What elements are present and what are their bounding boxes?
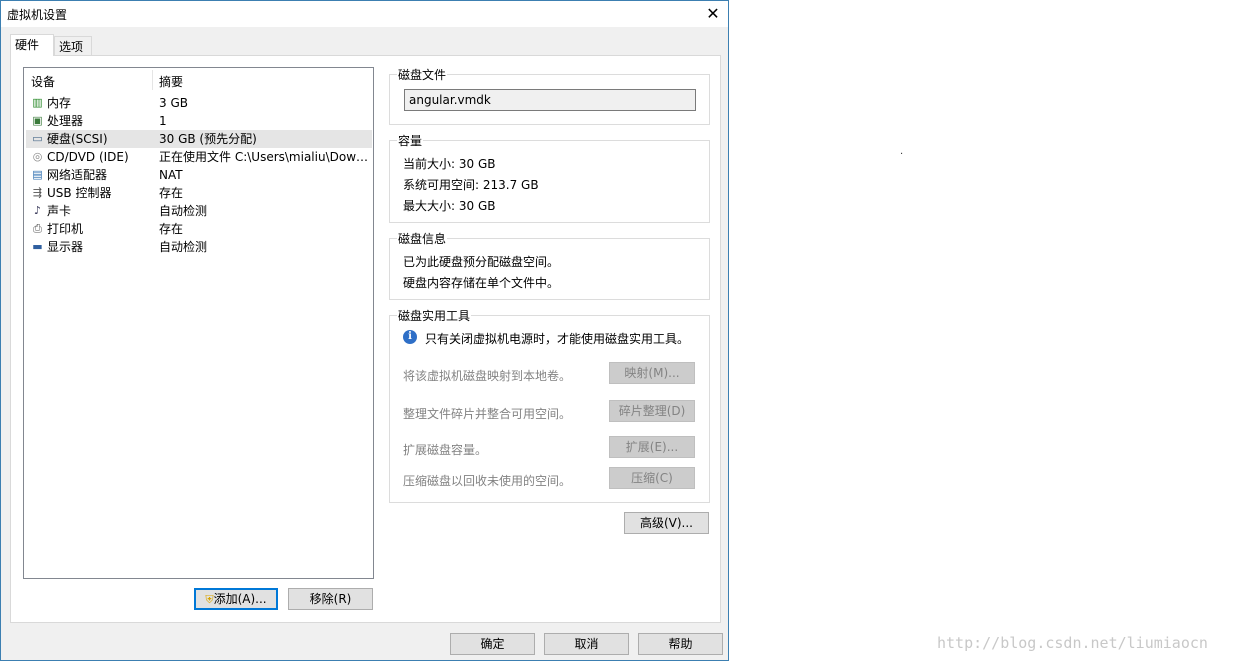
display-icon: ▬	[32, 240, 43, 253]
device-row-sound-card[interactable]: ♪ 声卡 自动检测	[26, 202, 372, 220]
compact-button[interactable]: 压缩(C)	[609, 467, 695, 489]
capacity-title: 容量	[397, 132, 424, 149]
disk-info-group: 磁盘信息 已为此硬盘预分配磁盘空间。 硬盘内容存储在单个文件中。	[389, 230, 710, 300]
window-title: 虚拟机设置	[7, 8, 68, 22]
device-summary: 3 GB	[159, 96, 188, 110]
sound-card-icon: ♪	[33, 204, 42, 217]
device-name: 处理器	[47, 114, 84, 128]
ok-button[interactable]: 确定	[450, 633, 535, 655]
expand-disk-label: 扩展磁盘容量。	[403, 443, 488, 457]
device-name: 网络适配器	[47, 168, 108, 182]
network-adapter-icon: ▤	[32, 168, 43, 181]
disk-info-line-1: 已为此硬盘预分配磁盘空间。	[403, 255, 560, 269]
vm-settings-dialog: 虚拟机设置 ✕ 硬件 选项 设备 摘要 ▥ 内存 3 GB ▣ 处理器 1 ▭ …	[0, 0, 729, 661]
help-button[interactable]: 帮助	[638, 633, 723, 655]
disk-file-field: angular.vmdk	[404, 89, 696, 111]
capacity-group: 容量 当前大小: 30 GB 系统可用空间: 213.7 GB 最大大小: 30…	[389, 132, 710, 223]
cancel-button[interactable]: 取消	[544, 633, 629, 655]
device-name: 硬盘(SCSI)	[47, 132, 108, 146]
disk-file-group: 磁盘文件 angular.vmdk	[389, 66, 710, 125]
expand-button[interactable]: 扩展(E)...	[609, 436, 695, 458]
utilities-notice: 只有关闭虚拟机电源时，才能使用磁盘实用工具。	[425, 332, 690, 346]
close-icon[interactable]: ✕	[698, 1, 728, 27]
device-row-printer[interactable]: ⎙ 打印机 存在	[26, 220, 372, 238]
device-summary: 30 GB (预先分配)	[159, 132, 257, 146]
device-row-display[interactable]: ▬ 显示器 自动检测	[26, 238, 372, 256]
cd-dvd-icon: ◎	[32, 150, 43, 163]
disk-info-line-2: 硬盘内容存储在单个文件中。	[403, 276, 560, 290]
info-icon: i	[403, 330, 417, 344]
device-row-hard-disk[interactable]: ▭ 硬盘(SCSI) 30 GB (预先分配)	[26, 130, 372, 148]
hard-disk-icon: ▭	[32, 132, 43, 145]
disk-utilities-group: 磁盘实用工具 i 只有关闭虚拟机电源时，才能使用磁盘实用工具。 将该虚拟机磁盘映…	[389, 307, 710, 503]
column-header-device[interactable]: 设备	[31, 73, 55, 90]
remove-device-button[interactable]: 移除(R)	[288, 588, 373, 610]
max-size-text: 最大大小: 30 GB	[403, 199, 496, 213]
device-name: 声卡	[47, 204, 72, 218]
device-summary: 存在	[159, 186, 184, 200]
add-device-button[interactable]: ⛨添加(A)...	[194, 588, 278, 610]
device-summary: 自动检测	[159, 240, 208, 254]
device-row-usb-controller[interactable]: ⇶ USB 控制器 存在	[26, 184, 372, 202]
device-name: USB 控制器	[47, 186, 112, 200]
device-summary: 存在	[159, 222, 184, 236]
device-name: 显示器	[47, 240, 84, 254]
compact-disk-label: 压缩磁盘以回收未使用的空间。	[403, 474, 572, 488]
device-summary: 自动检测	[159, 204, 208, 218]
column-separator[interactable]	[152, 70, 153, 90]
tab-options[interactable]: 选项	[54, 36, 92, 56]
disk-file-title: 磁盘文件	[397, 66, 448, 83]
device-row-cd-dvd[interactable]: ◎ CD/DVD (IDE) 正在使用文件 C:\Users\mialiu\Do…	[26, 148, 372, 166]
memory-icon: ▥	[32, 96, 43, 109]
device-name: CD/DVD (IDE)	[47, 150, 129, 164]
device-summary: NAT	[159, 168, 183, 182]
disk-info-title: 磁盘信息	[397, 230, 448, 247]
device-summary: 正在使用文件 C:\Users\mialiu\Downl...	[159, 150, 371, 164]
current-size-text: 当前大小: 30 GB	[403, 157, 496, 171]
device-name: 打印机	[47, 222, 84, 236]
stray-dot: .	[900, 146, 904, 157]
available-space-text: 系统可用空间: 213.7 GB	[403, 178, 539, 192]
device-row-memory[interactable]: ▥ 内存 3 GB	[26, 94, 372, 112]
column-header-summary[interactable]: 摘要	[159, 73, 183, 90]
usb-icon: ⇶	[32, 186, 43, 199]
device-summary: 1	[159, 114, 167, 128]
map-disk-label: 将该虚拟机磁盘映射到本地卷。	[403, 369, 572, 383]
watermark-text: http://blog.csdn.net/liumiaocn	[937, 634, 1208, 652]
defragment-label: 整理文件碎片并整合可用空间。	[403, 407, 572, 421]
add-button-label: 添加(A)...	[213, 592, 267, 606]
device-row-processor[interactable]: ▣ 处理器 1	[26, 112, 372, 130]
printer-icon: ⎙	[33, 222, 42, 235]
map-button[interactable]: 映射(M)...	[609, 362, 695, 384]
uac-shield-icon: ⛨	[205, 593, 214, 606]
device-name: 内存	[47, 96, 72, 110]
title-bar: 虚拟机设置 ✕	[1, 1, 728, 27]
advanced-button[interactable]: 高级(V)...	[624, 512, 709, 534]
device-list[interactable]: 设备 摘要 ▥ 内存 3 GB ▣ 处理器 1 ▭ 硬盘(SCSI) 30 GB…	[23, 67, 374, 579]
device-row-network-adapter[interactable]: ▤ 网络适配器 NAT	[26, 166, 372, 184]
disk-utilities-title: 磁盘实用工具	[397, 307, 472, 324]
tab-hardware[interactable]: 硬件	[10, 34, 54, 56]
processor-icon: ▣	[32, 114, 43, 127]
defragment-button[interactable]: 碎片整理(D)	[609, 400, 695, 422]
